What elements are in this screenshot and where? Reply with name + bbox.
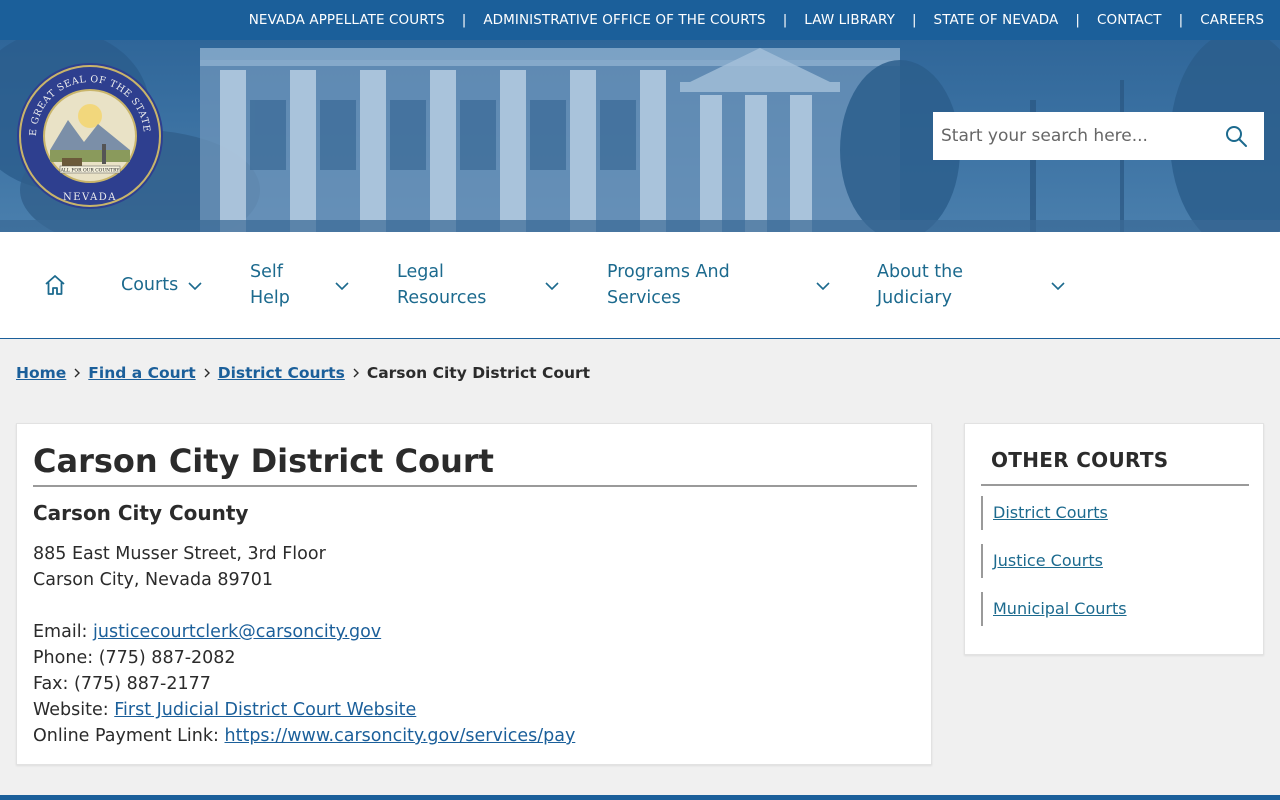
website-row: Website: First Judicial District Court W…: [33, 697, 575, 723]
chevron-down-icon[interactable]: [1051, 282, 1065, 290]
chevron-down-icon[interactable]: [335, 282, 349, 290]
chevron-down-icon[interactable]: [545, 282, 559, 290]
breadcrumb-current: Carson City District Court: [366, 364, 591, 382]
top-link-appellate-courts[interactable]: NEVADA APPELLATE COURTS: [249, 12, 445, 28]
main-navigation: Courts Self Help Legal Resources Program…: [0, 232, 1280, 339]
email-row: Email: justicecourtclerk@carsoncity.gov: [33, 619, 575, 645]
nav-programs-and-services[interactable]: Programs And Services: [607, 259, 730, 311]
top-separator: |: [1178, 12, 1184, 28]
nav-programs-line2: Services: [607, 288, 681, 308]
search-input[interactable]: [933, 114, 1213, 158]
fax-value: (775) 887-2177: [74, 674, 211, 694]
sidebar-item-justice-courts: Justice Courts: [981, 544, 1249, 578]
breadcrumb-district-courts[interactable]: District Courts: [218, 364, 345, 382]
search-icon[interactable]: [1224, 124, 1248, 148]
home-icon[interactable]: [43, 273, 67, 297]
sidebar-link-justice-courts[interactable]: Justice Courts: [993, 551, 1103, 570]
website-label: Website:: [33, 700, 109, 720]
search-box: [933, 112, 1264, 160]
sidebar-item-district-courts: District Courts: [981, 496, 1249, 530]
chevron-down-icon[interactable]: [816, 282, 830, 290]
nav-self-help-line2: Help: [250, 288, 290, 308]
state-seal-logo[interactable]: ALL FOR OUR COUNTRY THE GREAT SEAL OF TH…: [16, 62, 164, 210]
chevron-right-icon: [353, 368, 359, 378]
fax-label: Fax:: [33, 674, 69, 694]
top-separator: |: [911, 12, 917, 28]
nav-about-the-judiciary[interactable]: About the Judiciary: [877, 259, 963, 311]
nav-courts-label: Courts: [121, 275, 179, 295]
top-link-careers[interactable]: CAREERS: [1200, 12, 1264, 28]
nav-about-line2: Judiciary: [877, 288, 952, 308]
nav-about-line1: About the: [877, 262, 964, 282]
top-separator: |: [1075, 12, 1080, 28]
fax-row: Fax: (775) 887-2177: [33, 671, 575, 697]
payment-row: Online Payment Link: https://www.carsonc…: [33, 723, 575, 749]
sidebar-link-municipal-courts[interactable]: Municipal Courts: [993, 599, 1127, 618]
address-line-1: 885 East Musser Street, 3rd Floor: [33, 544, 326, 564]
nav-self-help-line1: Self: [250, 262, 283, 282]
top-link-contact[interactable]: CONTACT: [1097, 12, 1162, 28]
nav-self-help[interactable]: Self Help: [250, 259, 290, 311]
sidebar-item-municipal-courts: Municipal Courts: [981, 592, 1249, 626]
nav-programs-line1: Programs And: [607, 262, 730, 282]
sidebar-title: OTHER COURTS: [981, 448, 1249, 486]
phone-row: Phone: (775) 887-2082: [33, 645, 575, 671]
seal-state-name: NEVADA: [63, 192, 117, 203]
breadcrumb: Home Find a Court District Courts Carson…: [16, 364, 590, 382]
sidebar-link-district-courts[interactable]: District Courts: [993, 503, 1108, 522]
phone-label: Phone:: [33, 648, 94, 668]
top-separator: |: [782, 12, 788, 28]
nav-legal-resources-line1: Legal: [397, 262, 444, 282]
header-banner: ALL FOR OUR COUNTRY THE GREAT SEAL OF TH…: [0, 40, 1280, 232]
address-line-2: Carson City, Nevada 89701: [33, 570, 274, 590]
county-heading: Carson City County: [33, 501, 249, 525]
email-label: Email:: [33, 622, 88, 642]
footer-top-border: [0, 795, 1280, 800]
top-utility-bar: NEVADA APPELLATE COURTS | ADMINISTRATIVE…: [0, 0, 1280, 40]
page-title: Carson City District Court: [33, 440, 917, 487]
phone-value: (775) 887-2082: [98, 648, 236, 668]
top-link-state-of-nevada[interactable]: STATE OF NEVADA: [934, 12, 1059, 28]
nav-legal-resources[interactable]: Legal Resources: [397, 259, 486, 311]
court-contact-info: 885 East Musser Street, 3rd Floor Carson…: [33, 541, 575, 749]
chevron-down-icon[interactable]: [188, 282, 202, 290]
other-courts-sidebar: OTHER COURTS District Courts Justice Cou…: [964, 423, 1264, 655]
nav-legal-resources-line2: Resources: [397, 288, 487, 308]
top-separator: |: [461, 12, 467, 28]
top-link-admin-office[interactable]: ADMINISTRATIVE OFFICE OF THE COURTS: [483, 12, 765, 28]
email-link[interactable]: justicecourtclerk@carsoncity.gov: [93, 622, 381, 642]
nav-courts[interactable]: Courts: [121, 272, 178, 298]
top-link-law-library[interactable]: LAW LIBRARY: [804, 12, 895, 28]
payment-link[interactable]: https://www.carsoncity.gov/services/pay: [225, 726, 576, 746]
chevron-right-icon: [74, 368, 81, 378]
breadcrumb-home[interactable]: Home: [16, 364, 66, 382]
breadcrumb-find-a-court[interactable]: Find a Court: [88, 364, 195, 382]
court-details-card: Carson City District Court Carson City C…: [16, 423, 932, 765]
seal-motto: ALL FOR OUR COUNTRY: [60, 168, 121, 174]
payment-label: Online Payment Link:: [33, 726, 219, 746]
website-link[interactable]: First Judicial District Court Website: [114, 700, 416, 720]
chevron-right-icon: [204, 368, 210, 378]
